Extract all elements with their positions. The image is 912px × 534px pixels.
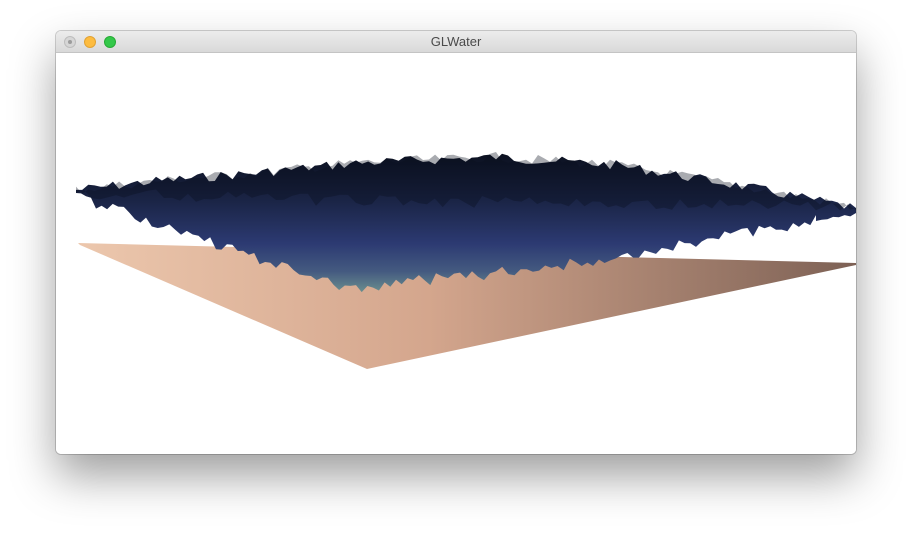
- title-bar[interactable]: GLWater: [56, 31, 856, 53]
- gl-viewport[interactable]: [56, 53, 856, 454]
- water-scene: [76, 152, 856, 369]
- app-window: GLWater: [56, 31, 856, 454]
- window-title: GLWater: [430, 34, 482, 49]
